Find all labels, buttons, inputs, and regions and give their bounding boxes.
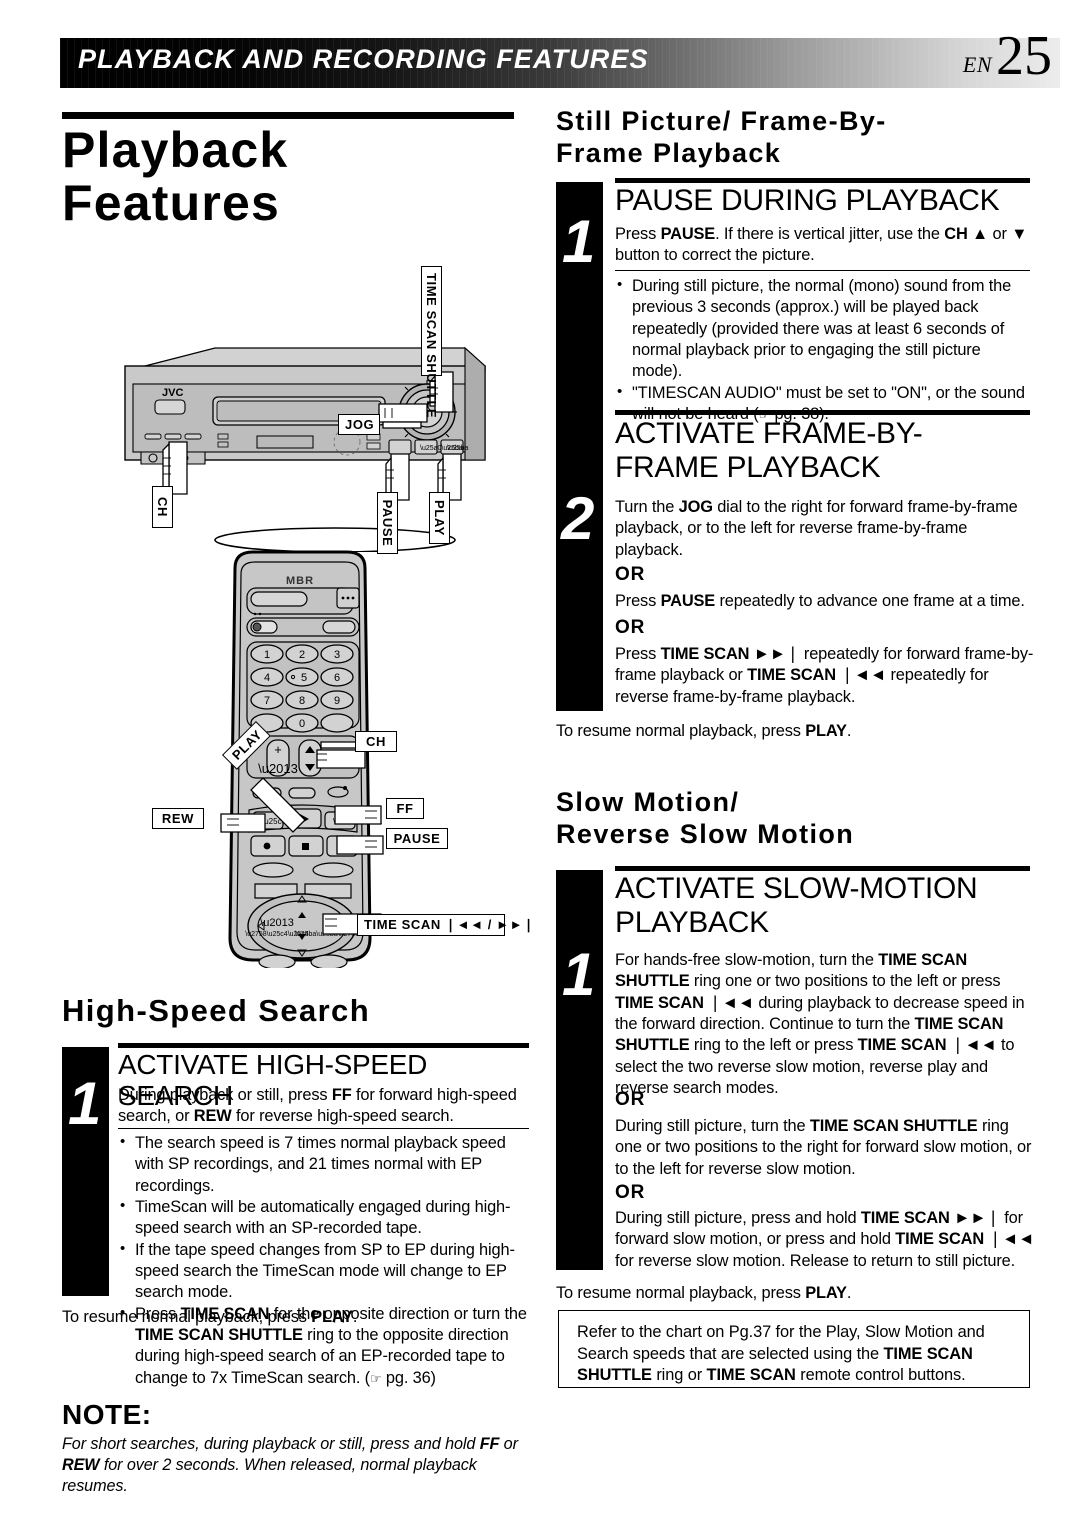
still-picture-rule xyxy=(615,178,1030,183)
svg-text:\u2013: \u2013 xyxy=(260,917,294,929)
vcr-callout-label: JOG xyxy=(345,417,375,432)
svg-text:6: 6 xyxy=(334,672,340,684)
vcr-callout-label: CH xyxy=(155,497,170,517)
remote-callout-rew: REW xyxy=(152,808,204,829)
step-bar-frame-by-frame xyxy=(556,399,603,711)
language-code: EN xyxy=(962,52,992,77)
vcr-callout-label: PLAY xyxy=(432,500,447,536)
vcr-callout-label: TIME SCAN SHUTTLE xyxy=(424,273,439,419)
high-speed-search-bullets: The search speed is 7 times normal playb… xyxy=(118,1132,530,1389)
step-bar-slow-motion xyxy=(556,870,603,1270)
svg-text:8: 8 xyxy=(299,695,305,707)
list-item: TimeScan will be automatically engaged d… xyxy=(118,1196,530,1240)
or-label-2-frame-by-frame: OR xyxy=(615,617,646,638)
svg-text:7: 7 xyxy=(264,695,270,707)
resume-note-still-picture: To resume normal playback, press PLAY. xyxy=(556,722,852,740)
or-label-1-slow-motion: OR xyxy=(615,1089,646,1110)
vcr-callout-label: PAUSE xyxy=(380,499,395,547)
section-title-slow-motion: Slow Motion/ Reverse Slow Motion xyxy=(556,787,855,849)
svg-text:\u2013: \u2013 xyxy=(258,761,298,776)
step-number: 1 xyxy=(68,1070,102,1137)
high-speed-search-divider xyxy=(118,1128,529,1129)
remote-callout-time-scan: TIME SCAN ❘◄◄ / ►►❘ xyxy=(357,914,534,936)
high-speed-search-rule xyxy=(118,1043,529,1048)
step-intro-high-speed-search: During playback or still, press FF for f… xyxy=(118,1086,517,1126)
svg-text:5: 5 xyxy=(301,672,307,684)
svg-text:4: 4 xyxy=(264,672,270,684)
page-header-title: PLAYBACK AND RECORDING FEATURES xyxy=(78,44,649,74)
step-number: 1 xyxy=(562,208,596,275)
pause-during-playback-divider xyxy=(615,270,1030,271)
step-heading-slow-motion: ACTIVATE SLOW-MOTION PLAYBACK xyxy=(615,872,978,939)
pause-during-playback-bullets: During still picture, the normal (mono) … xyxy=(615,275,1033,425)
alt2-slow-motion: During still picture, press and hold TIM… xyxy=(615,1209,1035,1270)
svg-text:2: 2 xyxy=(299,649,305,661)
step-intro-frame-by-frame: Turn the JOG dial to the right for forwa… xyxy=(615,498,1018,559)
svg-text:+: + xyxy=(274,742,282,757)
remote-callout-label: CH xyxy=(366,734,386,749)
resume-note-high-speed-search: To resume normal playback, press PLAY. xyxy=(62,1308,358,1326)
list-item: The search speed is 7 times normal playb… xyxy=(118,1132,530,1197)
svg-text:1: 1 xyxy=(264,649,270,661)
remote-callout-label: REW xyxy=(161,811,195,826)
step-heading-pause-during-playback: PAUSE DURING PLAYBACK xyxy=(615,184,1000,217)
vcr-callout-pause: PAUSE xyxy=(377,492,398,554)
page-number: 25 xyxy=(996,25,1052,87)
step-intro-pause-during-playback: Press PAUSE. If there is vertical jitter… xyxy=(615,225,1028,265)
or-label-1-frame-by-frame: OR xyxy=(615,564,646,585)
svg-text:9: 9 xyxy=(334,695,340,707)
frame-by-frame-rule xyxy=(615,410,1030,415)
remote-callout-label: PAUSE xyxy=(393,831,441,846)
remote-callout-pause: PAUSE xyxy=(386,828,448,849)
note-heading: NOTE: xyxy=(62,1399,152,1430)
left-title-rule xyxy=(62,112,514,119)
remote-callout-label: FF xyxy=(396,801,414,816)
list-item: During still picture, the normal (mono) … xyxy=(615,275,1033,383)
alt2-frame-by-frame: Press TIME SCAN ►►❘ repeatedly for forwa… xyxy=(615,645,1034,706)
page-title: Playback Features xyxy=(62,122,289,231)
vcr-callout-time-scan-shuttle: TIME SCAN SHUTTLE xyxy=(421,266,442,418)
vcr-callout-jog: JOG xyxy=(338,414,380,435)
step-intro-slow-motion: For hands-free slow-motion, turn the TIM… xyxy=(615,951,1025,1097)
alt1-frame-by-frame: Press PAUSE repeatedly to advance one fr… xyxy=(615,592,1025,610)
section-title-still-picture: Still Picture/ Frame-By- Frame Playback xyxy=(556,106,887,168)
vcr-callout-play: PLAY xyxy=(429,492,450,544)
or-label-2-slow-motion: OR xyxy=(615,1182,646,1203)
alt1-slow-motion: During still picture, turn the TIME SCAN… xyxy=(615,1117,1032,1178)
remote-callout-ch: CH xyxy=(355,731,397,752)
slow-motion-rule xyxy=(615,866,1030,871)
svg-text:\u25ba: \u25ba xyxy=(447,445,469,452)
svg-text:JVC: JVC xyxy=(162,387,183,399)
step-number: 1 xyxy=(562,941,596,1008)
resume-note-slow-motion: To resume normal playback, press PLAY. xyxy=(556,1284,852,1302)
svg-text:0: 0 xyxy=(299,718,305,730)
step-heading-frame-by-frame: ACTIVATE FRAME-BY- FRAME PLAYBACK xyxy=(615,417,923,484)
section-title-high-speed-search: High-Speed Search xyxy=(62,993,371,1028)
svg-text:3: 3 xyxy=(334,649,340,661)
svg-text:MBR: MBR xyxy=(286,575,314,587)
remote-callout-label: TIME SCAN ❘◄◄ / ►►❘ xyxy=(364,917,535,932)
remote-callout-ff: FF xyxy=(386,798,424,819)
vcr-callout-ch: CH xyxy=(152,486,173,528)
note-body: For short searches, during playback or s… xyxy=(62,1435,518,1496)
reference-chart-box: Refer to the chart on Pg.37 for the Play… xyxy=(558,1310,1030,1388)
step-number: 2 xyxy=(561,485,595,552)
list-item: If the tape speed changes from SP to EP … xyxy=(118,1239,530,1304)
